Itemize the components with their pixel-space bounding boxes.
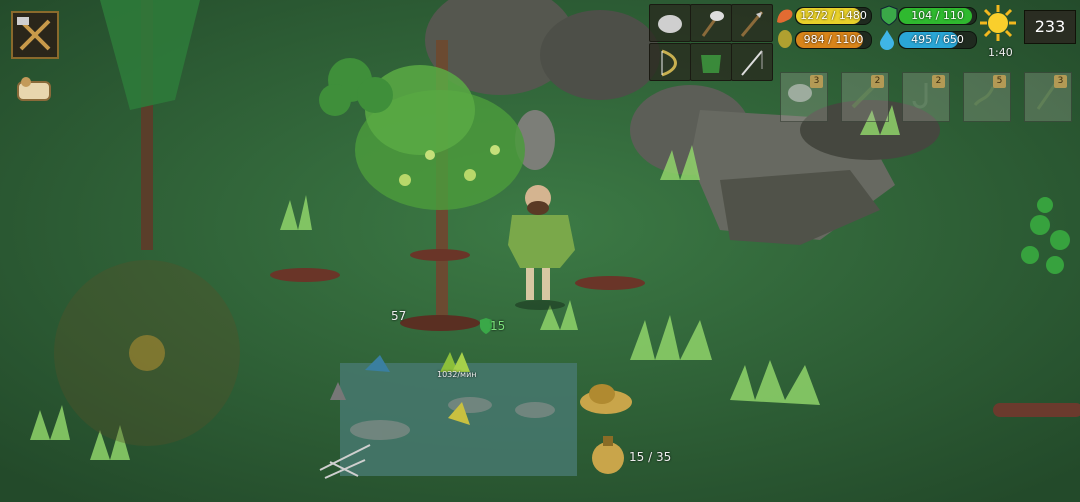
fishing-rod-icon [741,50,763,76]
crafting-menu-button[interactable] [11,11,59,59]
equipment-slot[interactable] [649,43,691,81]
quick-slot[interactable]: 5 [963,72,1011,122]
quick-slot-count: 2 [871,75,884,88]
equipment-slot[interactable] [731,43,773,81]
equipment-slot[interactable] [649,4,691,42]
equipment-slot[interactable] [690,43,732,81]
water-drop-icon [880,30,894,50]
health-bar: 1272 / 1480 [795,7,872,25]
quick-slot[interactable]: 3 [1024,72,1072,122]
day-counter: 233 [1024,10,1076,44]
defense-bar: 104 / 110 [898,7,977,25]
shield-icon [880,5,898,26]
equipment-slot[interactable] [690,4,732,42]
quick-slot-count: 5 [993,75,1006,88]
equipment-slot[interactable] [731,4,773,42]
pond-rate-label: 1032/мин [437,370,477,379]
armor-value-label: 15 [490,319,506,333]
quick-slot[interactable]: 3 [780,72,828,122]
stone-spear-icon [740,11,764,37]
quick-slot[interactable]: 2 [841,72,889,122]
dirt-mound[interactable] [270,268,340,282]
tree-hp-label: 57 [391,309,407,323]
map-scroll-button[interactable] [12,72,56,110]
leaf-armor-icon [701,55,721,73]
bow-icon [661,49,677,77]
stone-icon [658,15,682,33]
time-of-day: 1:40 [988,46,1013,59]
hunger-value: 984 / 1100 [803,33,864,46]
dirt-mound[interactable] [575,276,645,290]
thirst-bar: 495 / 650 [898,31,977,49]
quick-slot-count: 3 [1054,75,1067,88]
muscle-icon [777,9,793,23]
water-capacity-label: 15 / 35 [629,450,672,464]
health-value: 1272 / 1480 [800,9,867,22]
joystick-knob[interactable] [129,335,165,371]
quick-slot-count: 2 [932,75,945,88]
food-icon [778,30,792,48]
dirt-mound[interactable] [410,249,470,261]
stone-axe-icon [701,11,724,37]
log[interactable] [993,403,1080,417]
hunger-bar: 984 / 1100 [795,31,872,49]
crossed-tools-icon [17,17,51,51]
thirst-value: 495 / 650 [911,33,964,46]
quick-slot-count: 3 [810,75,823,88]
defense-value: 104 / 110 [911,9,964,22]
quick-slot[interactable]: 2 [902,72,950,122]
sun-icon [980,5,1016,41]
scroll-icon [17,77,51,101]
